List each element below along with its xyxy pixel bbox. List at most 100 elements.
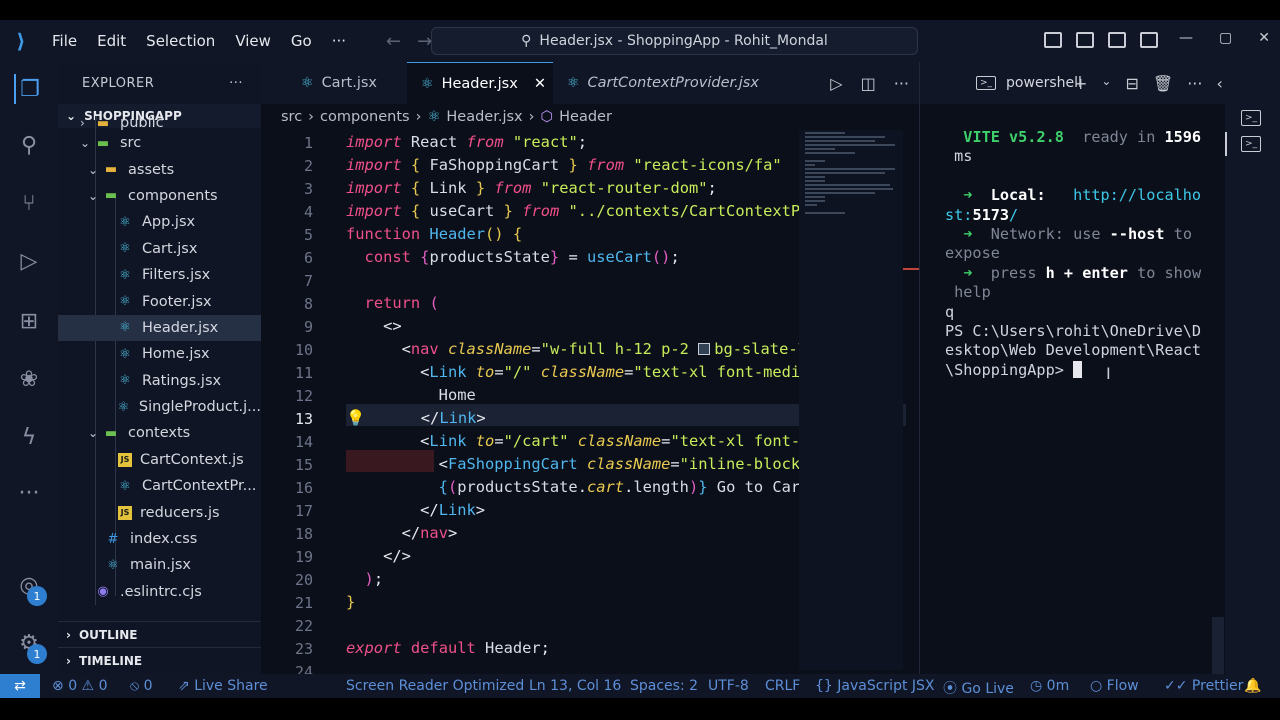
tree-item-ratings-jsx[interactable]: ⚛ Ratings.jsx	[58, 368, 261, 394]
prettier-indicator[interactable]: ✓✓ Prettier	[1164, 678, 1243, 694]
menu-bar: File Edit Selection View Go ···	[42, 32, 356, 50]
line-ending[interactable]: CRLF	[765, 678, 800, 694]
run-debug-icon[interactable]: ▷	[14, 246, 44, 276]
minimap-line	[805, 144, 895, 146]
run-icon[interactable]: ▷	[830, 74, 842, 93]
split-terminal-icon[interactable]: ⊟	[1125, 74, 1138, 93]
outline-section[interactable]: › OUTLINE	[58, 621, 261, 647]
menu-more[interactable]: ···	[322, 32, 356, 50]
folder-icon: ▬	[104, 425, 118, 441]
terminal-shell-label[interactable]: powershell	[1006, 75, 1082, 91]
terminal-panel: >_ powershell + ⌄ ⊟ 🗑 ··· ‹ ✕ VITE v5.2.…	[919, 62, 1250, 720]
menu-go[interactable]: Go	[281, 32, 322, 50]
tree-item-filters-jsx[interactable]: ⚛ Filters.jsx	[58, 262, 261, 288]
split-editor-icon[interactable]: ◫	[861, 74, 876, 93]
extensions-icon[interactable]: ⊞	[14, 306, 44, 336]
more-icon[interactable]: ···	[14, 478, 44, 508]
source-control-icon[interactable]: ⑂	[14, 188, 44, 218]
cursor-position[interactable]: Ln 13, Col 16	[529, 678, 621, 694]
tree-item-header-jsx[interactable]: ⚛ Header.jsx	[58, 314, 261, 342]
add-terminal-icon[interactable]: +	[1074, 74, 1087, 93]
tree-item-singleproduct-jsx[interactable]: ⚛ SingleProduct.j...	[58, 394, 261, 420]
menu-file[interactable]: File	[42, 32, 87, 50]
more-icon[interactable]: ···	[1187, 74, 1202, 93]
go-live-button[interactable]: ⦿ Go Live	[943, 678, 1014, 698]
lightning-icon[interactable]: ϟ	[14, 422, 44, 452]
tree-item-reducers-js[interactable]: JS reducers.js	[58, 499, 261, 525]
minimap-line	[805, 152, 855, 154]
menu-edit[interactable]: Edit	[87, 32, 136, 50]
menu-view[interactable]: View	[225, 32, 281, 50]
maximize-icon[interactable]: ▢	[1219, 30, 1232, 46]
line-number: 15	[294, 456, 313, 474]
chevron-left-icon[interactable]: ‹	[1216, 74, 1222, 93]
toggle-sidebar-icon[interactable]	[1044, 32, 1062, 48]
tree-item-app-jsx[interactable]: ⚛ App.jsx	[58, 209, 261, 235]
tree-item-contexts[interactable]: ⌄ ▬ contexts	[58, 420, 261, 446]
text-cursor-icon: I	[1106, 364, 1111, 383]
ports-indicator[interactable]: ⦸ 0	[130, 678, 153, 694]
tab-cart-jsx[interactable]: ⚛ Cart.jsx	[261, 62, 407, 104]
react-icon: ⚛	[119, 373, 131, 389]
tree-item-cart-jsx[interactable]: ⚛ Cart.jsx	[58, 236, 261, 262]
timeline-section[interactable]: › TIMELINE	[58, 647, 261, 673]
toggle-panel-icon[interactable]	[1076, 32, 1094, 48]
tree-item-cartcontext-js[interactable]: JS CartContext.js	[58, 447, 261, 473]
trash-icon[interactable]: 🗑	[1153, 74, 1173, 93]
forward-arrow-icon[interactable]: →	[417, 31, 432, 52]
chevron-down-icon[interactable]: ⌄	[1101, 74, 1111, 93]
timer-indicator[interactable]: ◷ 0m	[1030, 678, 1069, 694]
remote-icon[interactable]: ⇄	[0, 674, 40, 698]
notifications-icon[interactable]: 🔔	[1244, 678, 1261, 694]
customize-layout-icon[interactable]	[1140, 32, 1158, 48]
flow-indicator[interactable]: ○ Flow	[1090, 678, 1139, 694]
line-number: 4	[303, 203, 313, 221]
terminal-output[interactable]: VITE v5.2.8 ready in 1596 ms ➜ Local: ht…	[945, 128, 1215, 380]
back-arrow-icon[interactable]: ←	[386, 31, 401, 52]
toggle-secondary-sidebar-icon[interactable]	[1108, 32, 1126, 48]
menu-selection[interactable]: Selection	[136, 32, 225, 50]
paw-icon[interactable]: ❀	[14, 364, 44, 394]
nav-arrows: ← →	[386, 31, 432, 52]
breadcrumb-src[interactable]: src	[281, 109, 302, 125]
local-url[interactable]: http://localho	[1073, 186, 1201, 204]
minimap[interactable]	[799, 130, 903, 670]
breadcrumb-file[interactable]: Header.jsx	[446, 109, 522, 125]
tab-cartcontextprovider-jsx[interactable]: ⚛ CartContextProvider.jsx	[553, 62, 773, 104]
problems-indicator[interactable]: ⊗ 0 ⚠ 0	[52, 678, 107, 694]
file-tree: › ▬ public ⌄ ▬ src ⌄ ▬ assets ⌄ ▬ compon…	[58, 116, 261, 606]
search-icon[interactable]: ⚲	[14, 130, 44, 160]
editor-actions: ▷ ◫ ···	[830, 74, 909, 93]
tree-item-components[interactable]: ⌄ ▬ components	[58, 183, 261, 209]
tree-item-public[interactable]: › ▬ public	[58, 116, 261, 130]
more-actions-icon[interactable]: ···	[894, 74, 909, 93]
live-share-button[interactable]: ⇗ Live Share	[178, 678, 268, 694]
terminal-instance-icon[interactable]: >_	[1241, 110, 1261, 126]
tree-item-index-css[interactable]: # index.css	[58, 526, 261, 552]
terminal-instance-icon[interactable]: >_	[1241, 136, 1261, 152]
local-port: 5173	[972, 205, 1010, 224]
encoding[interactable]: UTF-8	[708, 678, 749, 694]
tree-item-footer-jsx[interactable]: ⚛ Footer.jsx	[58, 288, 261, 314]
explorer-icon[interactable]: ❐	[14, 74, 44, 104]
minimize-icon[interactable]: —	[1179, 30, 1193, 46]
command-center-search[interactable]: ⚲ Header.jsx - ShoppingApp - Rohit_Monda…	[431, 27, 918, 55]
close-tab-icon[interactable]: ✕	[534, 76, 546, 92]
tree-item-home-jsx[interactable]: ⚛ Home.jsx	[58, 341, 261, 367]
code-line-13: 💡 </Link>	[346, 409, 486, 427]
tree-item-cartcontextprovider-jsx[interactable]: ⚛ CartContextPr...	[58, 473, 261, 499]
close-window-icon[interactable]: ✕	[1258, 30, 1270, 46]
tree-item-main-jsx[interactable]: ⚛ main.jsx	[58, 552, 261, 578]
indentation[interactable]: Spaces: 2	[630, 678, 698, 694]
language-mode[interactable]: {} JavaScript JSX	[815, 678, 935, 694]
minimap-line	[805, 188, 893, 190]
tab-header-jsx[interactable]: ⚛ Header.jsx ✕	[407, 62, 553, 104]
code-line-16: {(productsState.cart.length)} Go to Cart	[438, 478, 810, 496]
tree-item-assets[interactable]: ⌄ ▬ assets	[58, 156, 261, 182]
screen-reader-status[interactable]: Screen Reader Optimized	[346, 678, 524, 694]
explorer-more-icon[interactable]: ···	[229, 76, 243, 91]
tree-item-eslintrc[interactable]: ◉ .eslintrc.cjs	[58, 579, 261, 605]
tree-item-src[interactable]: ⌄ ▬ src	[58, 130, 261, 156]
breadcrumb-components[interactable]: components	[320, 109, 410, 125]
breadcrumb-symbol[interactable]: Header	[559, 109, 612, 125]
